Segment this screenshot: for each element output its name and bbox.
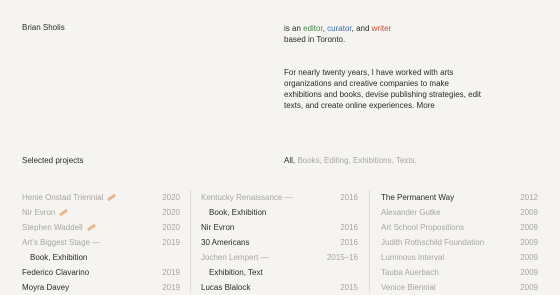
project-name: Jochen Lempert — bbox=[201, 253, 269, 262]
project-year: 2019 bbox=[162, 283, 180, 292]
project-name: Nir Evron bbox=[201, 223, 235, 232]
role-editor-link[interactable]: editor bbox=[303, 24, 323, 33]
project-row[interactable]: Moyra Davey 2019 bbox=[22, 280, 180, 295]
project-row[interactable]: 30 Americans 2016 bbox=[201, 235, 358, 250]
pencil-icon bbox=[107, 194, 117, 202]
project-row[interactable]: Luminous Interval 2009 bbox=[381, 250, 538, 265]
project-name: Nir Evron bbox=[22, 208, 56, 217]
project-categories: Exhibition, Text bbox=[209, 268, 263, 277]
project-categories: Book, Exhibition bbox=[209, 208, 267, 217]
intro-roles: is an editor, curator, and writer bbox=[284, 23, 391, 34]
filter-editing[interactable]: Editing, bbox=[322, 156, 351, 165]
project-row[interactable]: Judith Rothschild Foundation 2009 bbox=[381, 235, 538, 250]
project-name: Judith Rothschild Foundation bbox=[381, 238, 485, 247]
project-categories: Book, Exhibition bbox=[30, 253, 88, 262]
pencil-icon bbox=[86, 224, 96, 232]
project-year: 2019 bbox=[162, 268, 180, 277]
project-name: Alexander Gutke bbox=[381, 208, 441, 217]
project-row[interactable]: Federico Clavarino 2019 bbox=[22, 265, 180, 280]
bio-line: organizations and creative companies to … bbox=[284, 79, 449, 88]
project-year: 2015 bbox=[340, 283, 358, 292]
filter-exhibitions[interactable]: Exhibitions, bbox=[351, 156, 394, 165]
project-row[interactable]: Nir Evron 2020 bbox=[22, 205, 180, 220]
bio-line: texts, and create online experiences. Mo… bbox=[284, 100, 481, 111]
project-year: 2016 bbox=[340, 193, 358, 202]
project-name: Art’s Biggest Stage — bbox=[22, 238, 101, 247]
project-name: Federico Clavarino bbox=[22, 268, 90, 277]
project-year: 2015–16 bbox=[326, 253, 358, 262]
role-writer-link[interactable]: writer bbox=[372, 24, 392, 33]
project-year: 2009 bbox=[520, 268, 538, 277]
project-subtitle: Exhibition, Text bbox=[201, 265, 358, 280]
project-year: 2009 bbox=[520, 283, 538, 292]
project-year: 2009 bbox=[520, 223, 538, 232]
filter-books[interactable]: Books, bbox=[295, 156, 321, 165]
project-row[interactable]: Art’s Biggest Stage — 2019 bbox=[22, 235, 180, 250]
bio-text: For nearly twenty years, I have worked w… bbox=[284, 67, 481, 111]
column-divider bbox=[369, 190, 370, 292]
project-row[interactable]: Kentucky Renaissance — 2016 bbox=[201, 190, 358, 205]
project-subtitle: Book, Exhibition bbox=[22, 250, 180, 265]
more-link[interactable]: More bbox=[417, 101, 435, 110]
project-row[interactable]: Alexander Gutke 2009 bbox=[381, 205, 538, 220]
project-year: 2009 bbox=[520, 208, 538, 217]
project-row[interactable]: Stephen Waddell 2020 bbox=[22, 220, 180, 235]
project-name: Tauba Auerbach bbox=[381, 268, 439, 277]
project-year: 2020 bbox=[162, 193, 180, 202]
bio-line-text: texts, and create online experiences. bbox=[284, 101, 417, 110]
selected-projects-label: Selected projects bbox=[22, 156, 84, 165]
intro-prefix: is an bbox=[284, 24, 304, 33]
project-subtitle: Book, Exhibition bbox=[201, 205, 358, 220]
pencil-icon bbox=[59, 209, 69, 217]
project-row[interactable]: Nir Evron 2016 bbox=[201, 220, 358, 235]
project-year: 2012 bbox=[520, 193, 538, 202]
project-year: 2020 bbox=[162, 223, 180, 232]
intro-location: based in Toronto. bbox=[284, 35, 346, 44]
column-divider bbox=[190, 190, 191, 292]
project-name: 30 Americans bbox=[201, 238, 250, 247]
project-row[interactable]: Henie Onstad Triennial 2020 bbox=[22, 190, 180, 205]
project-row[interactable]: Venice Biennial 2009 bbox=[381, 280, 538, 295]
project-name: Venice Biennial bbox=[381, 283, 436, 292]
site-name[interactable]: Brian Sholis bbox=[22, 23, 65, 32]
project-row[interactable]: The Permanent Way 2012 bbox=[381, 190, 538, 205]
filter-all[interactable]: All bbox=[284, 156, 293, 165]
project-row[interactable]: Tauba Auerbach 2009 bbox=[381, 265, 538, 280]
project-name: Luminous Interval bbox=[381, 253, 445, 262]
project-year: 2020 bbox=[162, 208, 180, 217]
project-year: 2016 bbox=[340, 223, 358, 232]
project-column-1: Henie Onstad Triennial 2020 Nir Evron 2020… bbox=[22, 190, 180, 295]
bio-line: For nearly twenty years, I have worked w… bbox=[284, 68, 454, 77]
filter-texts[interactable]: Texts. bbox=[394, 156, 417, 165]
project-year: 2019 bbox=[162, 238, 180, 247]
project-name: Moyra Davey bbox=[22, 283, 70, 292]
project-year: 2016 bbox=[340, 238, 358, 247]
role-separator: , and bbox=[351, 24, 372, 33]
project-filters: All, Books, Editing, Exhibitions, Texts. bbox=[284, 156, 417, 165]
project-name: The Permanent Way bbox=[381, 193, 455, 202]
project-name: Lucas Blalock bbox=[201, 283, 251, 292]
project-name: Henie Onstad Triennial bbox=[22, 193, 104, 202]
project-row[interactable]: Art School Propositions 2009 bbox=[381, 220, 538, 235]
role-curator-link[interactable]: curator bbox=[327, 24, 351, 33]
project-name: Kentucky Renaissance — bbox=[201, 193, 293, 202]
project-row[interactable]: Jochen Lempert — 2015–16 bbox=[201, 250, 358, 265]
project-year: 2009 bbox=[520, 238, 538, 247]
bio-line: exhibitions and books, devise publishing… bbox=[284, 90, 482, 99]
project-column-2: Kentucky Renaissance — 2016 Book, Exhibit… bbox=[201, 190, 358, 295]
project-name: Art School Propositions bbox=[381, 223, 465, 232]
project-name: Stephen Waddell bbox=[22, 223, 83, 232]
project-year: 2009 bbox=[520, 253, 538, 262]
project-column-3: The Permanent Way 2012 Alexander Gutke 200… bbox=[381, 190, 538, 295]
project-row[interactable]: Lucas Blalock 2015 bbox=[201, 280, 358, 295]
